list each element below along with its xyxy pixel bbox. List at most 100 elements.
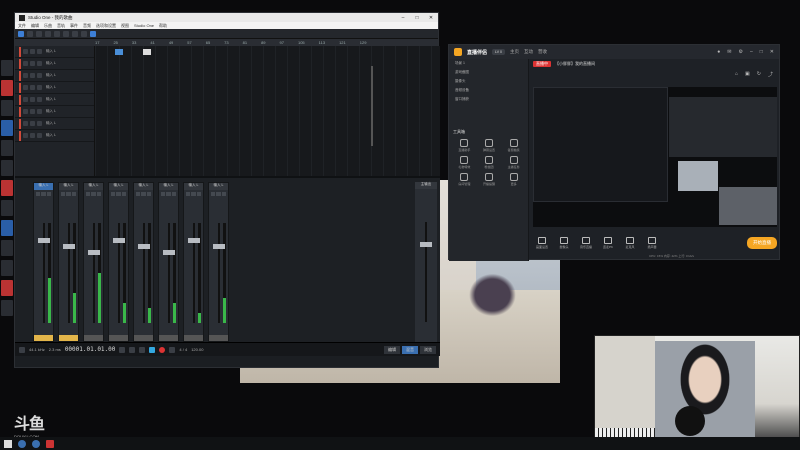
record-arm-button[interactable]: [37, 49, 42, 54]
menu-item[interactable]: 文件: [18, 23, 26, 29]
bottom-tool[interactable]: 音乐直播: [577, 237, 595, 249]
toolbox-item[interactable]: 开播提醒: [478, 173, 501, 186]
room-title[interactable]: 【小胖胖】我的直播间: [555, 61, 595, 67]
view-tab[interactable]: 浏览: [420, 345, 436, 354]
menu-item[interactable]: 事件: [70, 23, 78, 29]
mail-icon[interactable]: ✉: [727, 49, 731, 55]
mixer-channel[interactable]: 输入 L: [83, 182, 104, 342]
mute-button[interactable]: [23, 85, 28, 90]
mute-button[interactable]: [23, 49, 28, 54]
record-arm-button[interactable]: [37, 109, 42, 114]
menu-item[interactable]: 乐曲: [44, 23, 52, 29]
channel-button[interactable]: [141, 192, 146, 196]
maximize-icon[interactable]: □: [760, 49, 763, 55]
source-item[interactable]: 窗口捕获: [449, 95, 528, 104]
close-icon[interactable]: ✕: [424, 15, 438, 21]
range-tool-icon[interactable]: [27, 30, 33, 37]
solo-button[interactable]: [30, 49, 35, 54]
eraser-tool-icon[interactable]: [45, 30, 51, 37]
desktop-app-icon[interactable]: [1, 300, 13, 316]
channel-button[interactable]: [211, 192, 216, 196]
channel-name[interactable]: 输入 L: [134, 183, 153, 190]
menu-item[interactable]: 选项和设置: [96, 23, 116, 29]
play-icon[interactable]: [149, 346, 156, 353]
start-live-button[interactable]: 开始直播: [747, 237, 777, 249]
channel-button[interactable]: [216, 192, 221, 196]
mute-button[interactable]: [23, 133, 28, 138]
desktop-app-icon[interactable]: [1, 120, 13, 136]
solo-button[interactable]: [30, 109, 35, 114]
record-arm-button[interactable]: [37, 121, 42, 126]
mixer-channel[interactable]: 输入 L: [33, 182, 54, 342]
bc-tab-revenue[interactable]: 营收: [538, 49, 547, 55]
menu-item[interactable]: 帮助: [159, 23, 167, 29]
pin-icon[interactable]: ⌂: [735, 71, 738, 77]
toolbox-item[interactable]: 粉丝团: [478, 156, 501, 169]
track-name[interactable]: 输入 L: [46, 73, 56, 78]
desktop-app-icon[interactable]: [1, 100, 13, 116]
playhead[interactable]: [371, 66, 373, 146]
menu-item[interactable]: Studio One: [134, 23, 154, 28]
track-row[interactable]: 输入 L: [15, 58, 94, 70]
source-item[interactable]: 游戏截图: [449, 68, 528, 77]
record-arm-button[interactable]: [37, 61, 42, 66]
toolbox-item[interactable]: 主播任务: [502, 156, 525, 169]
loop-marker[interactable]: [115, 49, 123, 55]
channel-button[interactable]: [41, 192, 46, 196]
desktop-app-icon[interactable]: [1, 240, 13, 256]
mixer-channel[interactable]: 输入 L: [133, 182, 154, 342]
mixer-channel[interactable]: 输入 L: [208, 182, 229, 342]
desktop-app-icon[interactable]: [1, 80, 13, 96]
track-name[interactable]: 输入 L: [46, 85, 56, 90]
toolbox-item[interactable]: 答题抽奖: [502, 139, 525, 152]
menu-item[interactable]: 音频: [83, 23, 91, 29]
bc-tab-home[interactable]: 主页: [510, 49, 519, 55]
track-row[interactable]: 输入 L: [15, 94, 94, 106]
solo-button[interactable]: [30, 133, 35, 138]
track-name[interactable]: 输入 L: [46, 97, 56, 102]
stop-icon[interactable]: [139, 346, 146, 353]
channel-button[interactable]: [91, 192, 96, 196]
track-name[interactable]: 输入 L: [46, 109, 56, 114]
solo-button[interactable]: [30, 121, 35, 126]
bc-tab-interact[interactable]: 互动: [524, 49, 533, 55]
track-row[interactable]: 输入 L: [15, 130, 94, 142]
record-arm-button[interactable]: [37, 85, 42, 90]
desktop-app-icon[interactable]: [1, 280, 13, 296]
channel-fader[interactable]: [213, 244, 225, 249]
metronome-icon[interactable]: [19, 346, 25, 353]
track-row[interactable]: 输入 L: [15, 106, 94, 118]
bend-tool-icon[interactable]: [72, 30, 78, 37]
mute-button[interactable]: [23, 73, 28, 78]
timeline-ruler[interactable]: 17 25 33 41 49 57 65 73 81 89 97 105 113 121 129: [15, 39, 438, 46]
channel-fader[interactable]: [63, 244, 75, 249]
record-arm-button[interactable]: [37, 97, 42, 102]
channel-name[interactable]: 输入 L: [159, 183, 178, 190]
tempo[interactable]: 120.00: [191, 347, 203, 352]
settings-icon[interactable]: ⚙: [739, 49, 743, 55]
channel-button[interactable]: [161, 192, 166, 196]
mute-button[interactable]: [23, 61, 28, 66]
arrange-view[interactable]: [95, 46, 440, 176]
toolbox-item[interactable]: 礼物特效: [453, 156, 476, 169]
split-tool-icon[interactable]: [36, 30, 42, 37]
channel-name[interactable]: 输入 L: [34, 183, 53, 190]
stream-preview[interactable]: [533, 87, 777, 227]
track-row[interactable]: 输入 L: [15, 118, 94, 130]
record-arm-button[interactable]: [37, 73, 42, 78]
channel-button[interactable]: [166, 192, 171, 196]
channel-fader[interactable]: [88, 250, 100, 255]
desktop-app-icon[interactable]: [1, 160, 13, 176]
share-icon[interactable]: ⤴: [768, 71, 773, 78]
cursor-marker[interactable]: [143, 49, 151, 55]
app-icon[interactable]: [46, 439, 54, 448]
channel-button[interactable]: [61, 192, 66, 196]
track-row[interactable]: 输入 L: [15, 70, 94, 82]
toolbox-item[interactable]: 更多: [502, 173, 525, 186]
channel-button[interactable]: [46, 192, 51, 196]
solo-button[interactable]: [30, 61, 35, 66]
loop-icon[interactable]: [169, 346, 176, 353]
bottom-tool[interactable]: 摄像头: [555, 237, 573, 249]
mixer-channel[interactable]: 输入 L: [58, 182, 79, 342]
browser-icon[interactable]: [32, 439, 40, 448]
